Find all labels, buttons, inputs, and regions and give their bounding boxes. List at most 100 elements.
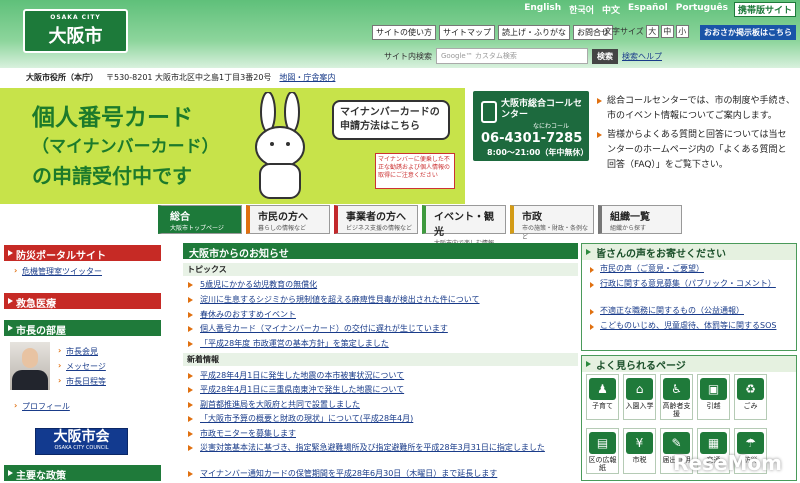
- topic-item[interactable]: 「平成28年度 市政運営の基本方針」を策定しました: [186, 338, 389, 349]
- font-size-small[interactable]: 小: [675, 25, 689, 38]
- phone-icon: [481, 101, 497, 123]
- mayor-press-link[interactable]: 市長会見: [58, 346, 98, 357]
- new-info-label: 新着情報: [183, 353, 578, 366]
- emergency-medical-link[interactable]: 救急医療: [4, 293, 161, 310]
- mayor-message-link[interactable]: メッセージ: [58, 361, 106, 372]
- feedback-heading: 皆さんの声をお寄せください: [582, 244, 796, 260]
- search-label: サイト内検索: [384, 51, 432, 61]
- feedback-link[interactable]: 行政に関する意見募集（パブリック・コメント）: [590, 278, 790, 290]
- ward-newsletter-icon[interactable]: ▤ 区の広報紙: [586, 428, 619, 474]
- lang-english[interactable]: English: [522, 2, 563, 17]
- feedback-link[interactable]: 不適正な職務に関するもの（公益通報）: [590, 305, 744, 317]
- school-entry-icon[interactable]: ⌂ 入園入学: [623, 374, 656, 420]
- global-navigation: 総合大阪市トップページ 市民の方へ暮らしの情報など 事業者の方へ ビジネス支援の情…: [158, 205, 682, 247]
- call-info-2: 皆様からよくある質問と回答については当センターのホームページ内の「よくある質問と…: [597, 128, 795, 173]
- mayor-photo: [10, 342, 50, 390]
- news-item[interactable]: 副首都推進局を大阪府と共同で設置しました: [186, 399, 360, 410]
- nav-city-govt[interactable]: 市政 市の施策・財政・条例など: [510, 205, 594, 241]
- news-item[interactable]: 「大阪市予算の概要と財政の現状」について(平成28年4月): [186, 413, 413, 424]
- call-center-hours: 8:00～21:00（年中無休）: [487, 148, 589, 157]
- call-center-box[interactable]: 大阪市総合コールセンター なにわコール 06-4301-7285 8:00～21…: [473, 91, 589, 161]
- font-size-control: 文字サイズ 大 中 小: [604, 25, 689, 38]
- banner-line-1: 個人番号カード: [32, 105, 193, 131]
- nav-title: イベント・観光: [434, 212, 494, 238]
- city-council-banner[interactable]: 大阪市会 OSAKA CITY COUNCIL: [35, 428, 128, 455]
- mayor-room-link[interactable]: 市長の部屋: [4, 320, 161, 337]
- nav-sub: 市の施策・財政・条例など: [522, 225, 589, 241]
- how-to-use-button[interactable]: サイトの使い方: [372, 25, 436, 40]
- elderly-support-icon[interactable]: ♿ 高齢者支援: [660, 374, 693, 420]
- search-input[interactable]: Google™ カスタム検索: [436, 48, 588, 64]
- call-center-info: 総合コールセンターでは、市の制度や手続き、市のイベント情報についてご案内します。…: [597, 94, 795, 177]
- topics-label: トピックス: [183, 263, 578, 276]
- news-item[interactable]: 平成28年4月1日に発生した地震の本市被害状況について: [186, 370, 404, 381]
- mynumber-banner[interactable]: 個人番号カード （マイナンバーカード） の申請受付中です マイナンバーカードの申…: [0, 88, 465, 204]
- moving-truck-icon[interactable]: ▣ 引越: [697, 374, 730, 420]
- childcare-icon[interactable]: ♟ 子育て: [586, 374, 619, 420]
- feedback-link[interactable]: こどものいじめ、児童虐待、体罰等に関するSOS: [590, 320, 790, 332]
- feedback-link[interactable]: 市民の声（ご意見・ご要望）: [590, 263, 704, 275]
- logo-japanese: 大阪市: [48, 26, 103, 47]
- banner-line-2: （マイナンバーカード）: [32, 137, 219, 157]
- mayor-schedule-link[interactable]: 市長日程等: [58, 376, 106, 387]
- mobile-site-link[interactable]: 携帯版サイト: [733, 2, 796, 17]
- nav-sub: 大阪市トップページ: [170, 225, 224, 232]
- call-center-reading: なにわコール: [533, 123, 570, 130]
- font-size-large[interactable]: 大: [645, 25, 659, 38]
- nav-events[interactable]: イベント・観光大阪市内で楽しむ情報: [422, 205, 506, 247]
- topic-item[interactable]: 春休みのおすすめイベント: [186, 309, 296, 320]
- city-hall-address: 大阪市役所（本庁） 〒530-8201 大阪市北区中之島1丁目3番20号 地図・…: [26, 72, 335, 83]
- banner-line-3: の申請受付中です: [32, 164, 192, 188]
- nav-sub: 暮らしの情報など: [258, 225, 307, 232]
- mayor-suit: [12, 370, 48, 390]
- call-center-number: 06-4301-7285: [481, 131, 583, 146]
- sitemap-button[interactable]: サイトマップ: [439, 25, 495, 40]
- osaka-city-logo[interactable]: OSAKA CITY 大阪市: [23, 9, 128, 53]
- nav-citizens[interactable]: 市民の方へ暮らしの情報など: [246, 205, 330, 234]
- call-center-title: 大阪市総合コールセンター: [501, 99, 583, 120]
- major-policies-link[interactable]: 主要な政策: [4, 465, 161, 482]
- topic-item[interactable]: 5歳児にかかる幼児教育の無償化: [186, 279, 317, 290]
- nav-business[interactable]: 事業者の方へ ビジネス支援の情報など: [334, 205, 418, 234]
- garbage-icon[interactable]: ♻ ごみ: [734, 374, 767, 420]
- city-tax-icon[interactable]: ¥ 市税: [623, 428, 656, 474]
- nav-title: 組織一覧: [610, 212, 650, 223]
- mayor-face: [22, 348, 38, 368]
- nav-title: 事業者の方へ: [346, 212, 406, 223]
- nav-sub: 組織から探す: [610, 225, 647, 232]
- lang-chinese[interactable]: 中文: [600, 2, 622, 17]
- nav-title: 市民の方へ: [258, 212, 308, 223]
- font-size-label: 文字サイズ: [604, 27, 644, 36]
- site-header: OSAKA CITY 大阪市 English 한국어 中文 Español Po…: [0, 0, 800, 68]
- crisis-twitter-link[interactable]: 危機管理室ツイッター: [14, 266, 102, 277]
- popular-heading: よく見られるページ: [582, 356, 796, 372]
- topic-item[interactable]: 淀川に生息するシジミから規制値を超える麻痺性貝毒が検出された件について: [186, 294, 480, 305]
- call-info-1: 総合コールセンターでは、市の制度や手続き、市のイベント情報についてご案内します。: [597, 94, 795, 124]
- address-detail: 〒530-8201 大阪市北区中之島1丁目3番20号: [106, 73, 272, 82]
- nav-organization[interactable]: 組織一覧組織から探す: [598, 205, 682, 234]
- mayor-profile-link[interactable]: プロフィール: [14, 401, 70, 412]
- search-help-link[interactable]: 検索ヘルプ: [622, 51, 662, 62]
- read-aloud-button[interactable]: 読上げ・ふりがな: [498, 25, 570, 40]
- nav-general[interactable]: 総合大阪市トップページ: [158, 205, 242, 234]
- news-item[interactable]: 災害対策基本法に基づき、指定緊急避難場所及び指定避難所を平成28年3月31日に指…: [186, 442, 566, 453]
- site-search: サイト内検索 Google™ カスタム検索 検索 検索ヘルプ: [384, 48, 662, 64]
- map-link[interactable]: 地図・庁舎案内: [279, 72, 335, 83]
- language-menu: English 한국어 中文 Español Português 携帯版サイト: [522, 2, 796, 17]
- disaster-portal-link[interactable]: 防災ポータルサイト: [4, 245, 161, 262]
- news-item[interactable]: 市政モニターを募集します: [186, 428, 296, 439]
- lang-portuguese[interactable]: Português: [674, 2, 730, 17]
- news-item[interactable]: マイナンバー通知カードの保管期間を平成28年6月30日（木曜日）まで延長します: [186, 468, 497, 479]
- search-button[interactable]: 検索: [592, 48, 618, 64]
- topic-item[interactable]: 個人番号カード（マイナンバーカード）の交付に遅れが生じています: [186, 323, 448, 334]
- nav-title: 総合: [170, 212, 190, 223]
- apply-method-bubble[interactable]: マイナンバーカードの申請方法はこちら: [332, 100, 450, 140]
- news-item[interactable]: 平成28年4月1日に三重県南東沖で発生した地震について: [186, 384, 404, 395]
- council-jp: 大阪市会: [53, 429, 110, 445]
- lang-spanish[interactable]: Español: [626, 2, 670, 17]
- bulletin-board-link[interactable]: おおさか掲示板はこちら: [700, 25, 796, 40]
- council-en: OSAKA CITY COUNCIL: [54, 445, 109, 451]
- lang-korean[interactable]: 한국어: [567, 2, 596, 17]
- fraud-warning: マイナンバーに便乗した不正な勧誘および個人情報の取得にご注意ください: [375, 153, 455, 189]
- font-size-medium[interactable]: 中: [660, 25, 674, 38]
